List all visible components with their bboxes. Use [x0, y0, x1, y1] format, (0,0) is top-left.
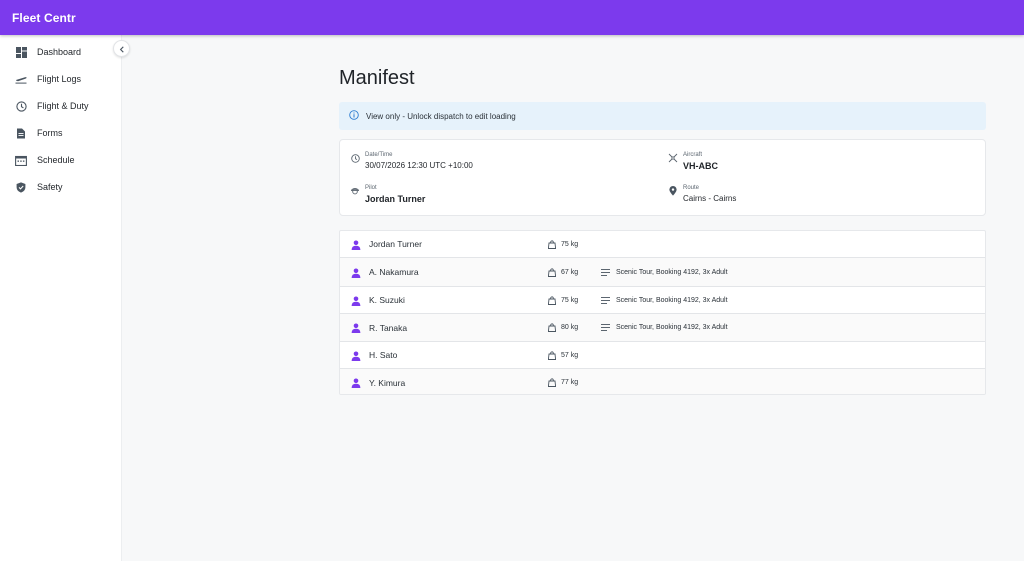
flight-info-card: Date/Time 30/07/2026 12:30 UTC +10:00 Ai…	[339, 139, 986, 216]
notes-icon	[600, 296, 610, 305]
sidebar-item-label: Forms	[37, 128, 63, 138]
person-icon	[350, 377, 361, 388]
weight-icon	[547, 378, 556, 387]
pilot-value: Jordan Turner	[365, 194, 426, 204]
notes-icon	[600, 323, 610, 332]
info-icon	[349, 107, 359, 125]
passenger-notes: Scenic Tour, Booking 4192, 3x Adult	[616, 324, 728, 331]
route-value: Cairns - Cairns	[683, 194, 737, 203]
person-icon	[350, 295, 361, 306]
manifest-row[interactable]: A. Nakamura 67 kg Scenic Tour, Booking 4…	[340, 258, 985, 287]
airplane-icon	[668, 153, 678, 163]
alert-text: View only - Unlock dispatch to edit load…	[366, 111, 516, 121]
app-bar: Fleet Centr	[0, 0, 1024, 35]
sidebar-item-dashboard[interactable]: Dashboard	[0, 41, 121, 63]
manifest-row[interactable]: H. Sato 57 kg	[340, 342, 985, 369]
sidebar-item-label: Safety	[37, 182, 63, 192]
passenger-weight: 80 kg	[561, 324, 579, 331]
passenger-weight: 57 kg	[561, 351, 579, 359]
manifest-row[interactable]: R. Tanaka 80 kg Scenic Tour, Booking 419…	[340, 314, 985, 342]
datetime-value: 30/07/2026 12:30 UTC +10:00	[365, 161, 473, 170]
sidebar-item-forms[interactable]: Forms	[0, 122, 121, 144]
sidebar-item-schedule[interactable]: Schedule	[0, 149, 121, 171]
passenger-weight: 75 kg	[561, 296, 579, 304]
passenger-name: K. Suzuki	[369, 295, 405, 305]
info-alert: View only - Unlock dispatch to edit load…	[339, 102, 986, 130]
dashboard-icon	[15, 46, 27, 58]
datetime-field: Date/Time 30/07/2026 12:30 UTC +10:00	[350, 152, 473, 170]
weight-icon	[547, 323, 556, 332]
datetime-label: Date/Time	[365, 152, 393, 158]
passenger-name: Y. Kimura	[369, 377, 406, 388]
passenger-name: A. Nakamura	[369, 267, 419, 277]
sidebar-item-safety[interactable]: Safety	[0, 176, 121, 198]
location-pin-icon	[668, 186, 678, 196]
notes-icon	[600, 268, 610, 277]
pilot-field: Pilot Jordan Turner	[350, 185, 425, 204]
passenger-notes: Scenic Tour, Booking 4192, 3x Adult	[616, 296, 728, 304]
takeoff-icon	[15, 73, 27, 85]
passenger-weight: 77 kg	[561, 379, 579, 386]
sidebar-item-flight-logs[interactable]: Flight Logs	[0, 68, 121, 90]
manifest-row[interactable]: Jordan Turner 75 kg	[340, 231, 985, 258]
shield-icon	[15, 181, 27, 193]
sidebar: Dashboard Flight Logs Flight & Duty Form…	[0, 35, 122, 561]
sidebar-item-label: Flight Logs	[37, 74, 82, 84]
sidebar-item-label: Dashboard	[37, 47, 82, 57]
passenger-weight: 67 kg	[561, 268, 579, 276]
aircraft-field: Aircraft VH-ABC	[668, 152, 718, 171]
sidebar-item-label: Schedule	[37, 155, 75, 165]
person-icon	[350, 267, 361, 278]
passenger-name: R. Tanaka	[369, 322, 408, 333]
aircraft-value: VH-ABC	[683, 161, 718, 171]
sidebar-item-flight-duty[interactable]: Flight & Duty	[0, 95, 121, 117]
weight-icon	[547, 350, 556, 360]
route-label: Route	[683, 185, 700, 191]
page-title: Manifest	[339, 67, 415, 89]
person-icon	[350, 322, 361, 333]
sidebar-collapse-button[interactable]	[113, 40, 130, 57]
weight-icon	[547, 267, 556, 277]
clock-icon	[350, 153, 360, 163]
pilot-icon	[350, 186, 360, 196]
document-icon	[15, 127, 27, 139]
passenger-notes: Scenic Tour, Booking 4192, 3x Adult	[616, 268, 728, 276]
main-content: Manifest View only - Unlock dispatch to …	[122, 35, 1024, 561]
calendar-icon	[15, 154, 27, 166]
passenger-name: H. Sato	[369, 350, 398, 360]
clock-icon	[15, 100, 27, 112]
person-icon	[350, 239, 361, 250]
manifest-row[interactable]: K. Suzuki 75 kg Scenic Tour, Booking 419…	[340, 287, 985, 314]
route-field: Route Cairns - Cairns	[668, 185, 736, 203]
weight-icon	[547, 239, 556, 249]
passenger-weight: 75 kg	[561, 240, 579, 248]
app-title: Fleet Centr	[12, 10, 76, 25]
aircraft-label: Aircraft	[683, 152, 703, 158]
weight-icon	[547, 295, 556, 305]
sidebar-item-label: Flight & Duty	[37, 101, 89, 111]
manifest-row[interactable]: Y. Kimura 77 kg	[340, 369, 985, 394]
pilot-label: Pilot	[365, 185, 377, 191]
chevron-left-icon	[119, 40, 125, 58]
person-icon	[350, 350, 361, 361]
passenger-name: Jordan Turner	[369, 239, 422, 249]
manifest-list: Jordan Turner 75 kg A. Nakamura 67 kg Sc…	[339, 230, 986, 395]
